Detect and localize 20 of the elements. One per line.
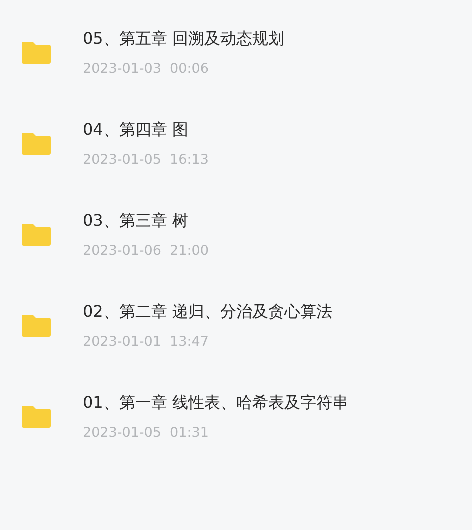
folder-row[interactable]: 01、第一章 线性表、哈希表及字符串 2023-01-05 01:31 (0, 392, 472, 483)
modified-date: 2023-01-03 00:06 (83, 60, 210, 79)
folder-name: 03、第三章 树 (83, 210, 190, 232)
folder-name: 01、第一章 线性表、哈希表及字符串 (83, 392, 348, 414)
modified-date: 2023-01-06 21:00 (83, 242, 209, 261)
folder-icon (22, 41, 51, 65)
folder-icon (22, 223, 51, 247)
folder-name: 05、第五章 回溯及动态规划 (83, 28, 284, 50)
modified-date: 2023-01-05 16:13 (83, 151, 209, 170)
modified-date: 2023-01-05 01:31 (83, 424, 210, 443)
modified-date: 2023-01-01 13:47 (83, 333, 210, 352)
folder-name: 02、第二章 递归、分治及贪心算法 (83, 301, 332, 323)
folder-row[interactable]: 05、第五章 回溯及动态规划 2023-01-03 00:06 (0, 28, 472, 119)
folder-row[interactable]: 04、第四章 图 2023-01-05 16:13 (0, 119, 472, 210)
folder-name: 04、第四章 图 (83, 119, 190, 141)
folder-icon (22, 314, 51, 338)
folder-row[interactable]: 03、第三章 树 2023-01-06 21:00 (0, 210, 472, 301)
folder-row[interactable]: 02、第二章 递归、分治及贪心算法 2023-01-01 13:47 (0, 301, 472, 392)
folder-icon (22, 405, 51, 429)
folder-icon (22, 132, 51, 156)
